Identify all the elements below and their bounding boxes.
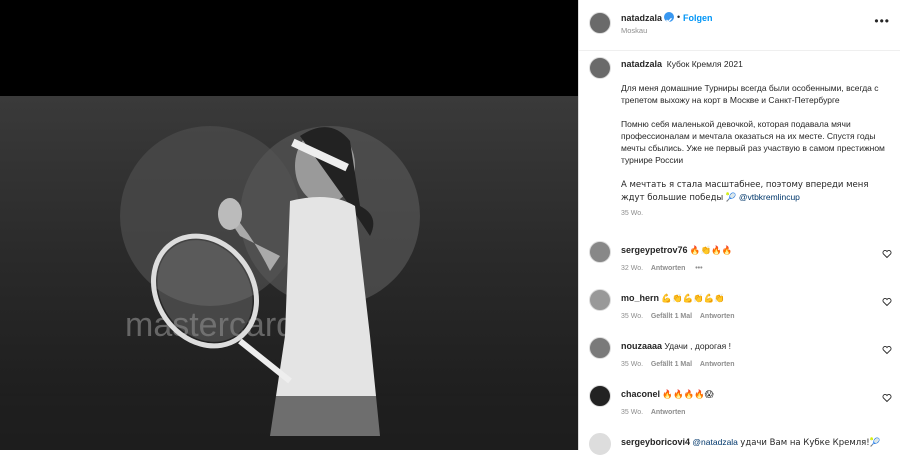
commenter-avatar[interactable] bbox=[589, 289, 611, 311]
heart-icon[interactable] bbox=[882, 345, 892, 355]
comment-more-icon[interactable]: ••• bbox=[695, 265, 702, 272]
comment-text: Удачи , дорогая ! bbox=[664, 341, 731, 351]
post-photo[interactable]: mastercard bbox=[0, 0, 578, 450]
post-header: natadzala • Folgen Moskau ••• bbox=[579, 0, 900, 51]
commenter-username[interactable]: chaconel bbox=[621, 389, 660, 399]
comment-time: 35 Wo. bbox=[621, 361, 644, 368]
heart-icon[interactable] bbox=[882, 297, 892, 307]
post-location[interactable]: Moskau bbox=[621, 26, 647, 35]
caption-timestamp: 35 Wo. bbox=[621, 210, 644, 217]
commenter-avatar[interactable] bbox=[589, 241, 611, 263]
post-side-panel: natadzala • Folgen Moskau ••• natadzala … bbox=[578, 0, 900, 455]
reply-button[interactable]: Antworten bbox=[700, 313, 735, 320]
commenter-username[interactable]: sergeypetrov76 bbox=[621, 245, 688, 255]
commenter-username[interactable]: nouzaaaa bbox=[621, 341, 662, 351]
commenter-username[interactable]: mo_hern bbox=[621, 293, 659, 303]
reply-button[interactable]: Antworten bbox=[700, 361, 735, 368]
author-username[interactable]: natadzala bbox=[621, 13, 662, 23]
comment-time: 35 Wo. bbox=[621, 313, 644, 320]
dot-separator: • bbox=[677, 12, 681, 22]
caption-paragraph: Для меня домашние Турниры всегда были ос… bbox=[621, 83, 879, 105]
commenter-avatar[interactable] bbox=[589, 337, 611, 359]
caption-mention-link[interactable]: @vtbkremlincup bbox=[739, 192, 800, 202]
tennis-player-illustration: mastercard bbox=[0, 126, 578, 450]
comment-text: 💪👏💪👏💪👏 bbox=[661, 294, 725, 304]
more-options-icon[interactable]: ••• bbox=[874, 14, 890, 28]
commenter-username[interactable]: sergeyboricovi4 bbox=[621, 437, 690, 447]
comment-likes-count[interactable]: Gefällt 1 Mal bbox=[651, 313, 692, 320]
photo-image: mastercard bbox=[0, 96, 578, 450]
comment-text: 🔥👏🔥🔥 bbox=[689, 246, 733, 256]
caption-username[interactable]: natadzala bbox=[621, 59, 662, 69]
comment-text: 🔥🔥🔥🔥😱 bbox=[662, 390, 714, 400]
follow-button[interactable]: Folgen bbox=[683, 13, 713, 23]
heart-icon[interactable] bbox=[882, 393, 892, 403]
reply-button[interactable]: Antworten bbox=[651, 265, 686, 272]
caption-title: Кубок Кремля 2021 bbox=[666, 59, 743, 69]
comment-time: 35 Wo. bbox=[621, 409, 644, 416]
caption-avatar[interactable] bbox=[589, 57, 611, 79]
comment-text: удачи Вам на Кубке Кремля!🎾 bbox=[740, 438, 881, 448]
comment-likes-count[interactable]: Gefällt 1 Mal bbox=[651, 361, 692, 368]
verified-badge-icon bbox=[664, 12, 674, 23]
comment-mention-link[interactable]: @natadzala bbox=[692, 437, 738, 447]
reply-button[interactable]: Antworten bbox=[651, 409, 686, 416]
commenter-avatar[interactable] bbox=[589, 385, 611, 407]
author-avatar[interactable] bbox=[589, 12, 611, 34]
caption-paragraph: Помню себя маленькой девочкой, которая п… bbox=[621, 119, 885, 165]
comment-time: 32 Wo. bbox=[621, 265, 644, 272]
commenter-avatar[interactable] bbox=[589, 433, 611, 455]
heart-icon[interactable] bbox=[882, 249, 892, 259]
